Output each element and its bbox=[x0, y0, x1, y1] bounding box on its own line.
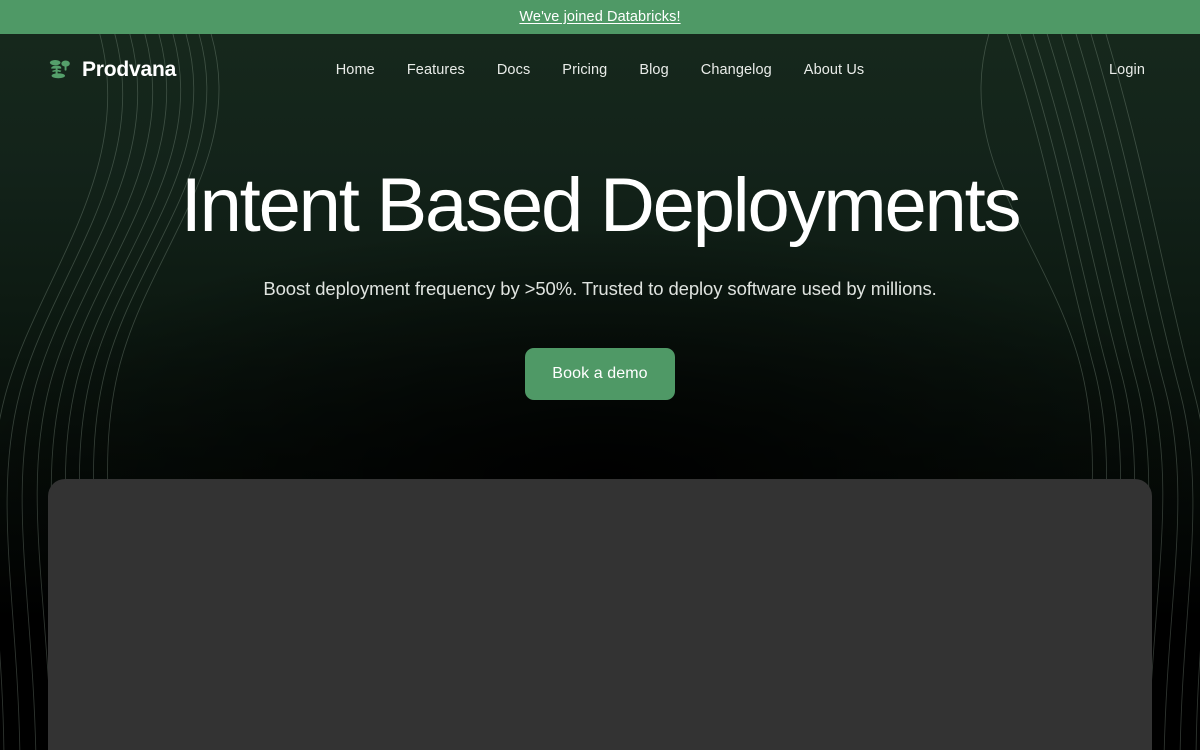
announcement-banner: We've joined Databricks! bbox=[0, 0, 1200, 34]
page-root: We've joined Databricks! Prodvana Home F… bbox=[0, 0, 1200, 750]
main-navigation: Home Features Docs Pricing Blog Changelo… bbox=[0, 56, 1200, 84]
login-link[interactable]: Login bbox=[1109, 62, 1145, 78]
book-a-demo-button[interactable]: Book a demo bbox=[525, 348, 675, 400]
site-header: Prodvana Home Features Docs Pricing Blog… bbox=[0, 34, 1200, 106]
nav-item-blog[interactable]: Blog bbox=[623, 56, 684, 84]
nav-item-docs[interactable]: Docs bbox=[481, 56, 546, 84]
nav-item-features[interactable]: Features bbox=[391, 56, 481, 84]
nav-item-home[interactable]: Home bbox=[320, 56, 391, 84]
nav-item-pricing[interactable]: Pricing bbox=[546, 56, 623, 84]
product-media-card[interactable] bbox=[48, 479, 1152, 750]
hero-cta-container: Book a demo bbox=[0, 348, 1200, 400]
nav-item-changelog[interactable]: Changelog bbox=[685, 56, 788, 84]
nav-item-about-us[interactable]: About Us bbox=[788, 56, 880, 84]
announcement-banner-link[interactable]: We've joined Databricks! bbox=[519, 9, 680, 25]
